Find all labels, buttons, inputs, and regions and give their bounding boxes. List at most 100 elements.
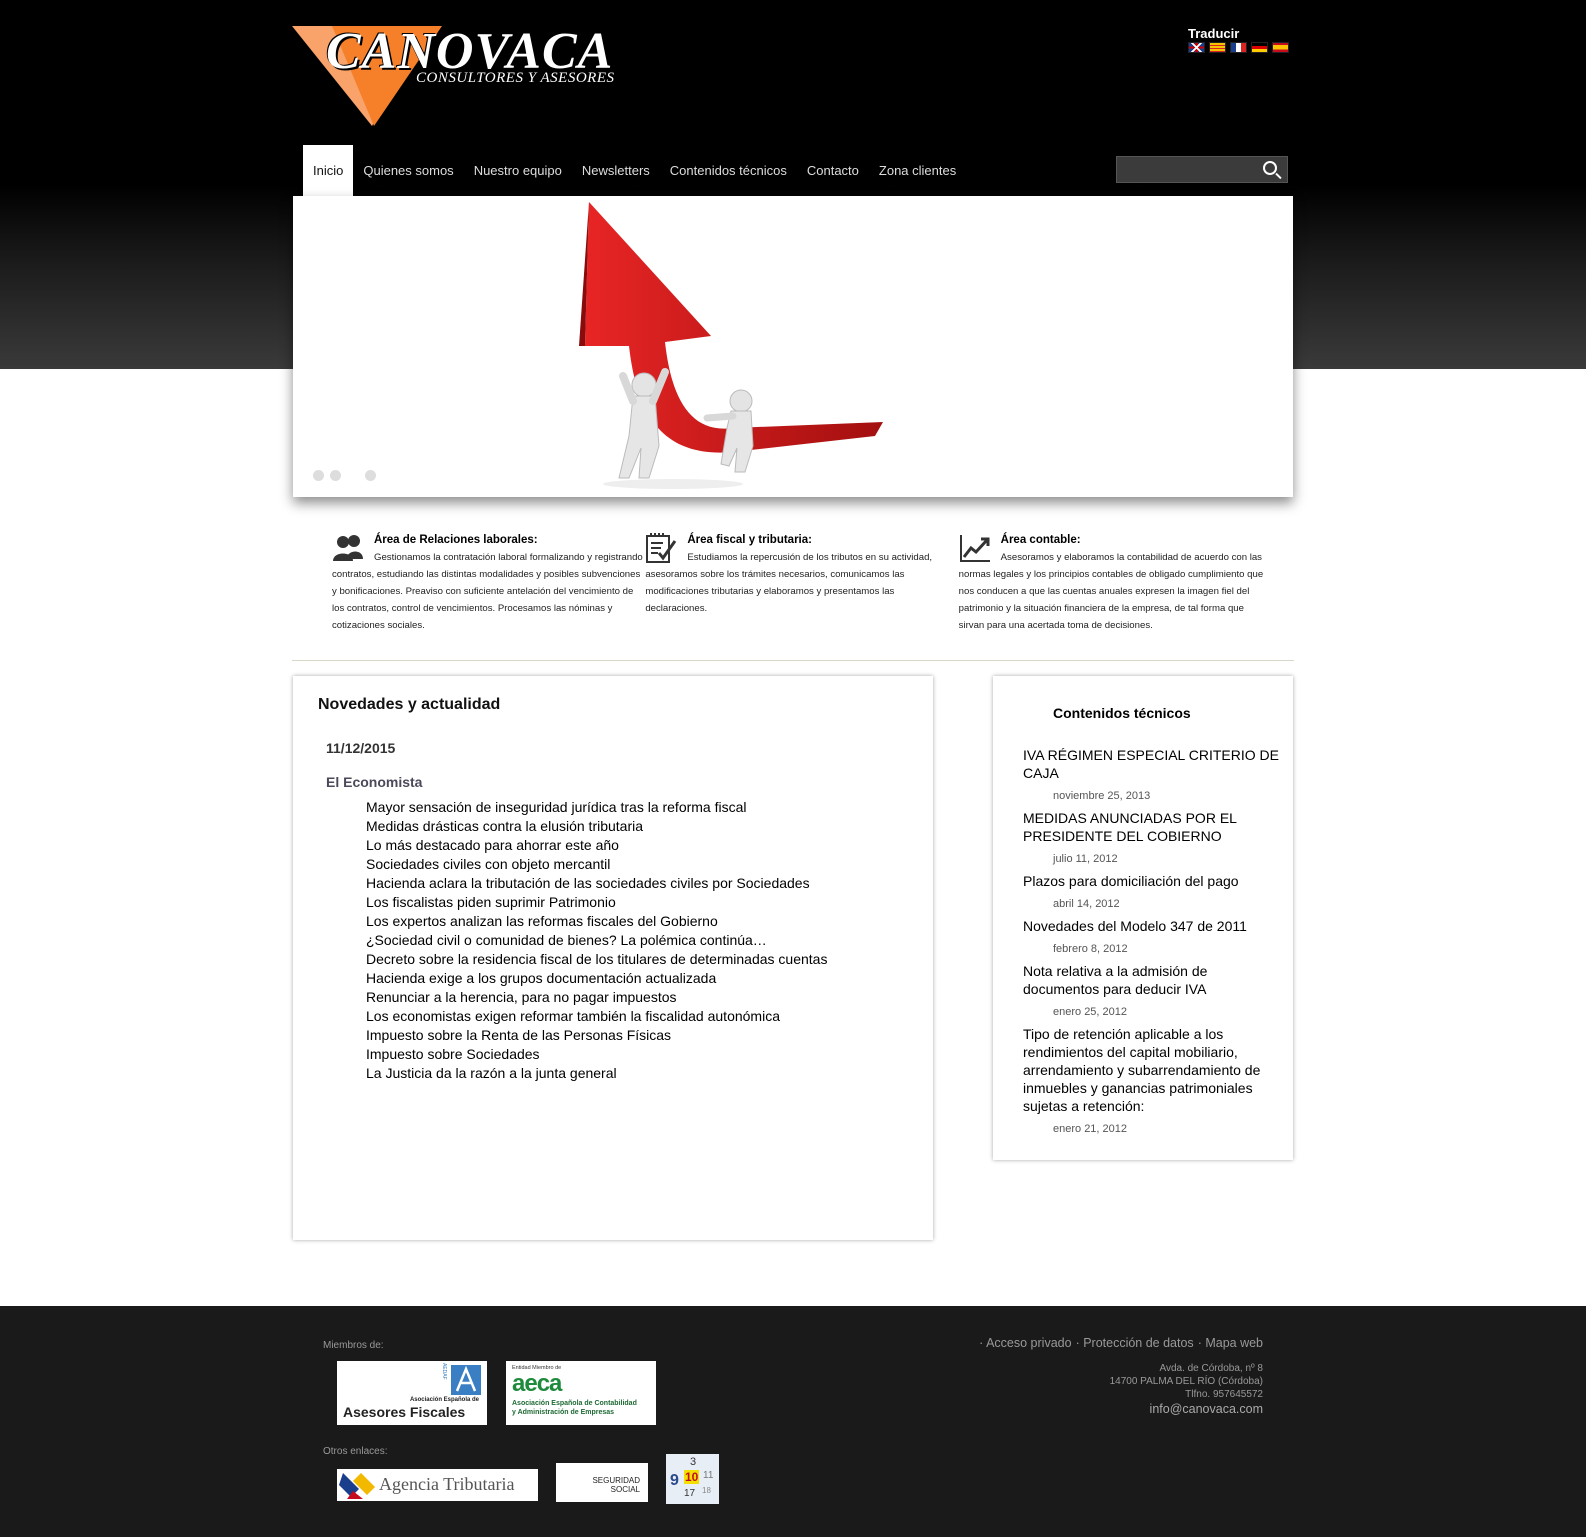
list-item: Plazos para domiciliación del pago abril… bbox=[1023, 872, 1283, 911]
people-icon bbox=[333, 535, 363, 561]
technical-item-title[interactable]: Plazos para domiciliación del pago bbox=[1023, 872, 1283, 890]
slider-dot[interactable] bbox=[365, 470, 376, 481]
translate-label: Traducir bbox=[1188, 26, 1240, 41]
aedaf-big-text: Asesores Fiscales bbox=[343, 1404, 466, 1420]
news-item[interactable]: Hacienda exige a los grupos documentació… bbox=[366, 969, 827, 988]
technical-item-title[interactable]: MEDIDAS ANUNCIADAS POR EL PRESIDENTE DEL… bbox=[1023, 809, 1283, 845]
news-item[interactable]: Mayor sensación de inseguridad jurídica … bbox=[366, 798, 827, 817]
aeca-line: Asociación Española de Contabilidad bbox=[512, 1400, 637, 1407]
section-divider bbox=[292, 660, 1294, 661]
calendar-number: 18 bbox=[702, 1486, 711, 1495]
technical-item-date: febrero 8, 2012 bbox=[1053, 943, 1128, 955]
area-text: Estudiamos la repercusión de los tributo… bbox=[645, 552, 933, 614]
slider-dots bbox=[313, 470, 376, 481]
members-label: Miembros de: bbox=[323, 1340, 384, 1351]
news-panel: Novedades y actualidad 11/12/2015 El Eco… bbox=[293, 676, 933, 1240]
technical-item-title[interactable]: IVA RÉGIMEN ESPECIAL CRITERIO DE CAJA bbox=[1023, 746, 1283, 782]
news-item[interactable]: Medidas drásticas contra la elusión trib… bbox=[366, 817, 827, 836]
seguridad-social-logo[interactable]: SEGURIDAD SOCIAL bbox=[556, 1463, 648, 1502]
area-contable: Área contable: Asesoramos y elaboramos l… bbox=[959, 531, 1272, 634]
brand-tagline: CONSULTORES Y ASESORES bbox=[416, 70, 615, 86]
seguridad-social-line: SOCIAL bbox=[610, 1485, 640, 1494]
language-flags bbox=[1188, 42, 1289, 53]
area-title: Área fiscal y tributaria: bbox=[687, 534, 812, 546]
calendar-number: 9 bbox=[670, 1472, 679, 1489]
news-item[interactable]: Decreto sobre la residencia fiscal de lo… bbox=[366, 950, 827, 969]
slider-dot[interactable] bbox=[313, 470, 324, 481]
technical-item-title[interactable]: Tipo de retención aplicable a los rendim… bbox=[1023, 1025, 1283, 1115]
area-text: Asesoramos y elaboramos la contabilidad … bbox=[958, 552, 1264, 631]
nav-item-contacto[interactable]: Contacto bbox=[797, 145, 869, 197]
calendar-logo[interactable]: 3 9 10 11 17 18 bbox=[666, 1454, 719, 1504]
area-laboral: Área de Relaciones laborales: Gestionamo… bbox=[332, 531, 645, 634]
aeca-big-text: aeca bbox=[512, 1370, 562, 1397]
calendar-number: 17 bbox=[684, 1488, 696, 1499]
news-source: El Economista bbox=[326, 774, 423, 790]
footer-link-proteccion-datos[interactable]: · Protección de datos bbox=[1076, 1336, 1194, 1350]
search-input[interactable] bbox=[1117, 157, 1252, 182]
english-flag-icon[interactable] bbox=[1188, 42, 1205, 53]
technical-title: Contenidos técnicos bbox=[1053, 705, 1191, 721]
list-item: Nota relativa a la admisión de documento… bbox=[1023, 962, 1283, 1019]
catalan-flag-icon[interactable] bbox=[1209, 42, 1226, 53]
agencia-tributaria-emblem-icon bbox=[339, 1473, 375, 1499]
seguridad-social-text: SEGURIDAD SOCIAL bbox=[592, 1476, 640, 1494]
aedaf-small-text: Asociación Española de bbox=[409, 1397, 479, 1403]
agencia-tributaria-logo[interactable]: Agencia Tributaria bbox=[337, 1469, 538, 1501]
news-item[interactable]: Los expertos analizan las reformas fisca… bbox=[366, 912, 827, 931]
checklist-icon bbox=[646, 533, 677, 563]
area-title: Área de Relaciones laborales: bbox=[374, 534, 538, 546]
news-item[interactable]: Los fiscalistas piden suprimir Patrimoni… bbox=[366, 893, 827, 912]
news-item[interactable]: La Justicia da la razón a la junta gener… bbox=[366, 1064, 827, 1083]
seguridad-social-line: SEGURIDAD bbox=[592, 1476, 640, 1485]
aeca-logo[interactable]: Entidad Miembro de aeca Asociación Españ… bbox=[506, 1361, 656, 1425]
spanish-flag-icon[interactable] bbox=[1272, 42, 1289, 53]
news-item[interactable]: ¿Sociedad civil o comunidad de bienes? L… bbox=[366, 931, 827, 950]
nav-item-inicio[interactable]: Inicio bbox=[303, 145, 354, 197]
nav-item-zona-clientes[interactable]: Zona clientes bbox=[869, 145, 966, 197]
news-item[interactable]: Renunciar a la herencia, para no pagar i… bbox=[366, 988, 827, 1007]
nav-item-contenidos-tecnicos[interactable]: Contenidos técnicos bbox=[660, 145, 797, 197]
search-icon[interactable] bbox=[1263, 161, 1277, 175]
footer-link-acceso-privado[interactable]: · Acceso privado bbox=[979, 1336, 1071, 1350]
aeca-description: Asociación Española de Contabilidad y Ad… bbox=[512, 1399, 637, 1417]
footer-link-mapa-web[interactable]: · Mapa web bbox=[1198, 1336, 1263, 1350]
technical-item-date: julio 11, 2012 bbox=[1053, 853, 1118, 865]
news-item[interactable]: Los economistas exigen reformar también … bbox=[366, 1007, 827, 1026]
technical-contents-panel: Contenidos técnicos IVA RÉGIMEN ESPECIAL… bbox=[993, 676, 1293, 1160]
red-arrow-illustration bbox=[579, 202, 883, 489]
nav-item-newsletters[interactable]: Newsletters bbox=[572, 145, 660, 197]
news-item[interactable]: Sociedades civiles con objeto mercantil bbox=[366, 855, 827, 874]
search-box bbox=[1116, 156, 1288, 183]
footer-links: · Acceso privado · Protección de datos ·… bbox=[979, 1336, 1263, 1350]
nav-item-nuestro-equipo[interactable]: Nuestro equipo bbox=[464, 145, 572, 197]
technical-item-date: enero 21, 2012 bbox=[1053, 1123, 1128, 1135]
canovaca-logo[interactable]: CANOVACA CONSULTORES Y ASESORES bbox=[292, 22, 652, 130]
address-line: 14700 PALMA DEL RÍO (Córdoba) bbox=[1109, 1376, 1263, 1387]
french-flag-icon[interactable] bbox=[1230, 42, 1247, 53]
technical-item-title[interactable]: Novedades del Modelo 347 de 2011 bbox=[1023, 917, 1283, 935]
service-areas: Área de Relaciones laborales: Gestionamo… bbox=[332, 531, 1272, 634]
aedaf-logo[interactable]: AEDAF Asociación Española de Asesores Fi… bbox=[337, 1361, 487, 1425]
aedaf-acronym: AEDAF bbox=[441, 1363, 447, 1380]
footer: Miembros de: AEDAF Asociación Española d… bbox=[0, 1306, 1586, 1537]
news-item[interactable]: Hacienda aclara la tributación de las so… bbox=[366, 874, 827, 893]
technical-item-date: enero 25, 2012 bbox=[1053, 1006, 1128, 1018]
news-item[interactable]: Lo más destacado para ahorrar este año bbox=[366, 836, 827, 855]
german-flag-icon[interactable] bbox=[1251, 42, 1268, 53]
news-item[interactable]: Impuesto sobre Sociedades bbox=[366, 1045, 827, 1064]
list-item: IVA RÉGIMEN ESPECIAL CRITERIO DE CAJA no… bbox=[1023, 746, 1283, 803]
slider-dot[interactable] bbox=[330, 470, 341, 481]
nav-item-quienes-somos[interactable]: Quienes somos bbox=[353, 145, 463, 197]
email-link[interactable]: info@canovaca.com bbox=[1110, 1401, 1263, 1417]
calendar-number: 10 bbox=[684, 1470, 700, 1484]
hero-slider bbox=[293, 196, 1293, 497]
growth-chart-icon bbox=[959, 535, 990, 562]
footer-address: Avda. de Córdoba, nº 8 14700 PALMA DEL R… bbox=[1110, 1362, 1263, 1417]
news-item[interactable]: Impuesto sobre la Renta de las Personas … bbox=[366, 1026, 827, 1045]
technical-list: IVA RÉGIMEN ESPECIAL CRITERIO DE CAJA no… bbox=[1023, 746, 1283, 1142]
news-title: Novedades y actualidad bbox=[318, 696, 501, 713]
list-item: MEDIDAS ANUNCIADAS POR EL PRESIDENTE DEL… bbox=[1023, 809, 1283, 866]
technical-item-title[interactable]: Nota relativa a la admisión de documento… bbox=[1023, 962, 1283, 998]
translate-widget: Traducir bbox=[1188, 26, 1289, 53]
